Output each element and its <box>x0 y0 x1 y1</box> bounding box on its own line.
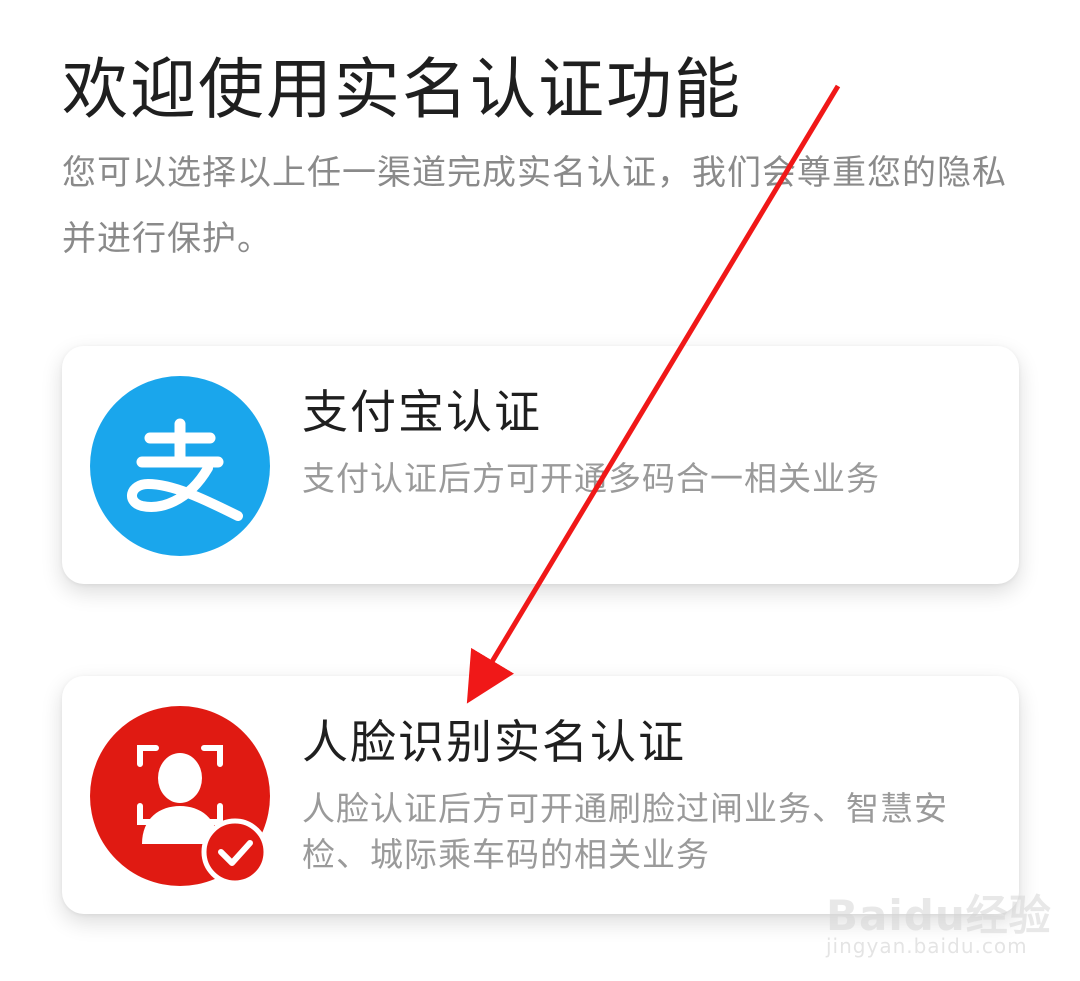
alipay-card-title: 支付宝认证 <box>302 385 542 439</box>
page-title: 欢迎使用实名认证功能 <box>62 51 742 128</box>
baidu-jingyan-watermark: Baidu经验 jingyan.baidu.com <box>826 862 1051 962</box>
page-subtitle: 您可以选择以上任一渠道完成实名认证，我们会尊重您的隐私并进行保护。 <box>62 153 1007 259</box>
face-recognition-icon <box>90 706 270 886</box>
face-card-title: 人脸识别实名认证 <box>302 715 686 769</box>
alipay-card-description: 支付认证后方可开通多码合一相关业务 <box>302 459 880 498</box>
alipay-verification-card[interactable]: 支付宝认证 支付认证后方可开通多码合一相关业务 <box>62 346 1019 584</box>
alipay-icon <box>90 376 270 556</box>
watermark-url: jingyan.baidu.com <box>826 934 1028 958</box>
